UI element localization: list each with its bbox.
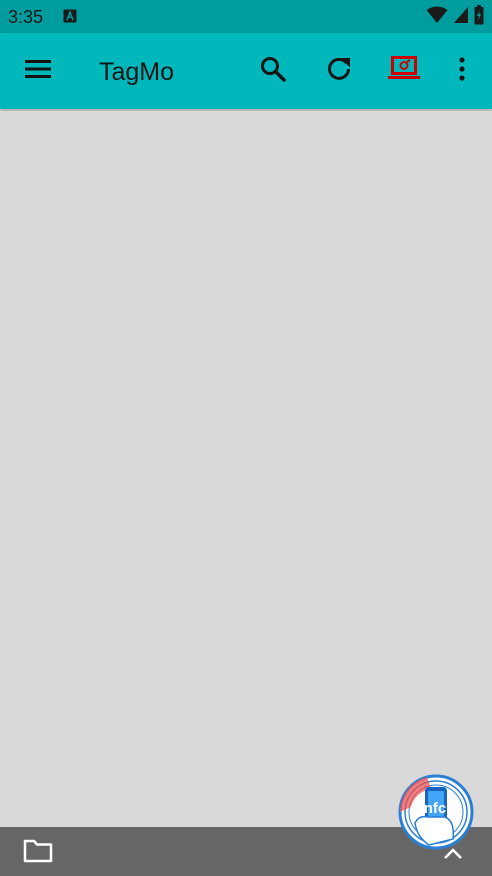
refresh-icon <box>326 56 352 87</box>
nfc-scan-button[interactable]: nfc <box>397 773 475 851</box>
cell-signal-icon <box>453 6 469 29</box>
status-icons <box>426 4 484 30</box>
status-time: 3:35 <box>8 7 44 27</box>
status-bar: 3:35 <box>0 0 492 33</box>
folder-icon <box>23 839 53 868</box>
browser-content-area <box>0 111 492 827</box>
folder-button[interactable] <box>14 833 62 873</box>
hamburger-menu-icon <box>25 59 51 84</box>
nfc-label: nfc <box>424 800 447 817</box>
menu-button[interactable] <box>14 47 62 95</box>
nfc-icon: nfc <box>398 774 474 850</box>
battery-charging-icon <box>474 4 484 30</box>
search-icon <box>260 56 286 87</box>
more-vert-icon <box>458 56 466 86</box>
device-button[interactable] <box>380 47 428 95</box>
a-square-icon <box>63 9 77 23</box>
device-laptop-icon <box>388 55 420 88</box>
refresh-button[interactable] <box>315 47 363 95</box>
overflow-menu-button[interactable] <box>438 47 486 95</box>
wifi-icon <box>426 6 448 29</box>
toolbar-title: TagMo <box>99 58 175 86</box>
app-screen: 3:35 TagMo nfc <box>0 0 492 876</box>
search-button[interactable] <box>249 47 297 95</box>
app-toolbar: TagMo <box>0 33 492 109</box>
